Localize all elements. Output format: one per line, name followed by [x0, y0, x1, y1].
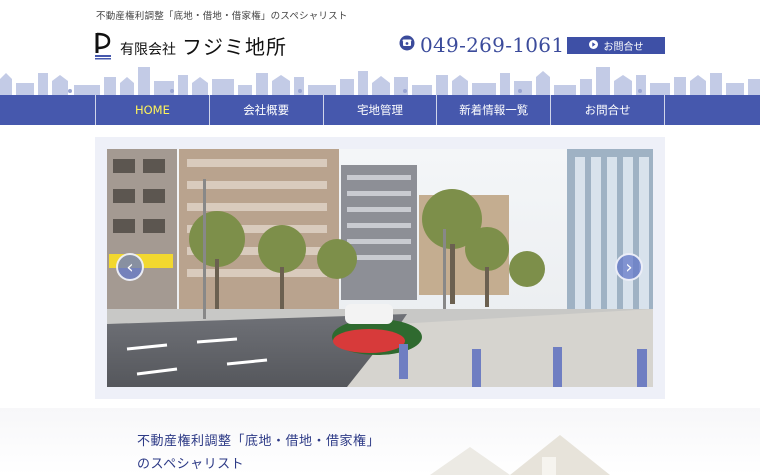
header-contact-button[interactable]: お問合せ	[567, 37, 665, 54]
phone-icon	[399, 35, 415, 55]
chevron-left-icon: ‹	[126, 256, 134, 278]
company-name: フジミ地所	[182, 34, 287, 59]
phone-block[interactable]: 049-269-1061	[399, 33, 564, 57]
hero-slider	[95, 137, 665, 399]
nav-news[interactable]: 新着情報一覧	[436, 95, 550, 125]
play-icon	[588, 39, 598, 52]
chevron-right-icon: ›	[625, 256, 633, 278]
company-kind: 有限会社	[120, 41, 176, 58]
nav-home[interactable]: HOME	[95, 95, 209, 125]
slider-next-button[interactable]: ›	[615, 253, 643, 281]
global-nav-bar: HOME 会社概要 宅地管理 新着情報一覧 お問合せ	[0, 95, 760, 125]
intro-line-1: 不動産権利調整「底地・借地・借家権」	[137, 434, 381, 449]
slider-prev-button[interactable]: ‹	[116, 253, 144, 281]
logo-mark-icon	[94, 31, 112, 60]
nav-company[interactable]: 会社概要	[208, 95, 323, 125]
intro-heading: 不動産権利調整「底地・借地・借家権」 のスペシャリスト	[137, 430, 380, 476]
nav-contact[interactable]: お問合せ	[550, 95, 665, 125]
hero-image	[107, 149, 653, 387]
global-nav: HOME 会社概要 宅地管理 新着情報一覧 お問合せ	[95, 95, 665, 125]
header-contact-label: お問合せ	[603, 42, 644, 53]
tagline: 不動産権利調整「底地・借地・借家権」のスペシャリスト	[96, 11, 348, 22]
house-illustration	[430, 435, 610, 475]
skyline-illustration	[0, 67, 760, 95]
nav-land-management[interactable]: 宅地管理	[322, 95, 437, 125]
phone-number: 049-269-1061	[420, 33, 565, 57]
logo[interactable]: 有限会社 フジミ地所	[94, 30, 287, 60]
intro-line-2: のスペシャリスト	[137, 457, 245, 472]
